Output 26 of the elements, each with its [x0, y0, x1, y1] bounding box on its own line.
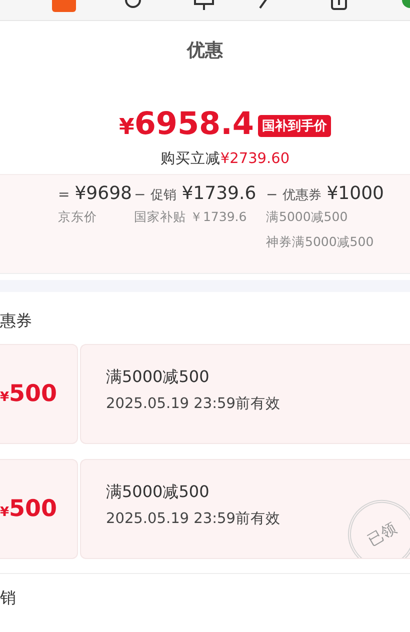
coupon-value: ¥500: [0, 496, 58, 522]
breakdown-note: 国家补贴 ￥1739.6: [134, 208, 248, 226]
breakdown-label: 促销: [150, 187, 177, 204]
breakdown-amount: ¥1739.6: [182, 183, 256, 204]
coupon-card[interactable]: 满5000减500 2025.05.19 23:59前有效 已领: [80, 459, 410, 559]
section-title: 惠券: [0, 310, 33, 332]
coupon-card[interactable]: 满5000减500 2025.05.19 23:59前有效: [80, 344, 410, 444]
section-title: 销: [0, 587, 17, 609]
coupon-validity: 2025.05.19 23:59前有效: [106, 395, 282, 413]
price-tag: 国补到手价: [258, 115, 331, 137]
breakdown-note: 满5000减500: [266, 208, 349, 226]
breakdown-amount: ¥9698: [74, 183, 132, 204]
breakdown-note: 神券满5000减500: [266, 233, 375, 251]
breakdown-amount: ¥1000: [326, 183, 384, 204]
saving-text: 购买立减¥2739.60: [159, 150, 291, 169]
page-title: 优惠: [186, 39, 224, 63]
coupon-condition: 满5000减500: [106, 367, 210, 388]
operator: −: [134, 187, 146, 203]
coupon-condition: 满5000减500: [106, 482, 210, 503]
breakdown-note: 京东价: [58, 208, 98, 226]
breakdown-label: 优惠券: [282, 187, 322, 204]
operator: =: [58, 187, 70, 203]
final-price: ¥6958.4: [119, 106, 254, 144]
coupon-validity: 2025.05.19 23:59前有效: [106, 510, 282, 528]
coupon-value: ¥500: [0, 381, 58, 407]
operator: −: [266, 187, 278, 203]
